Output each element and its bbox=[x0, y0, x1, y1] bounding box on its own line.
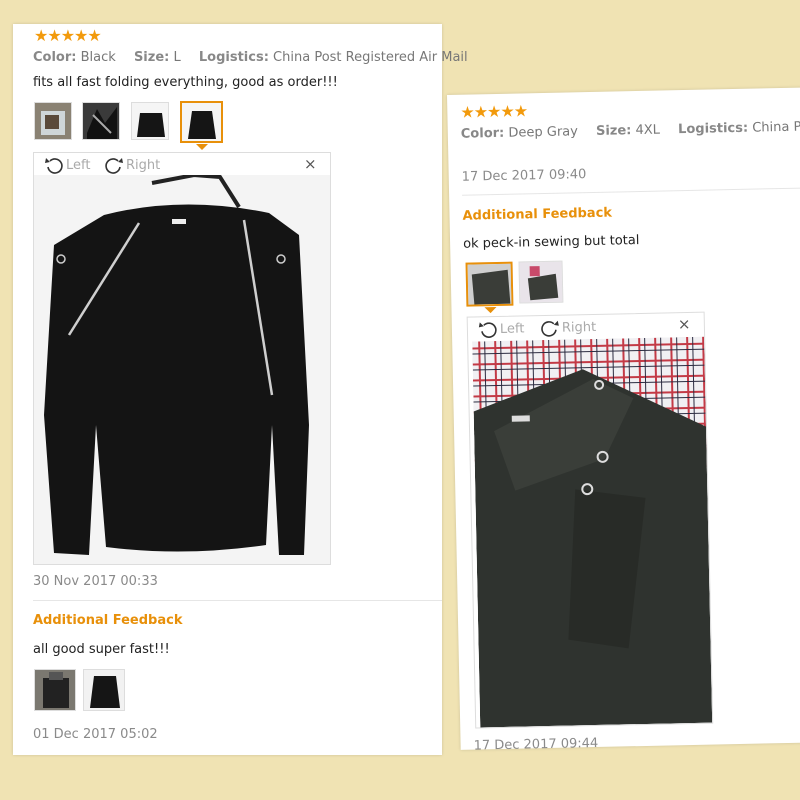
review-photo-large bbox=[472, 336, 713, 728]
size-label: Size: bbox=[595, 123, 632, 139]
additional-feedback-title: Additional Feedback bbox=[33, 613, 183, 628]
rotate-right-button[interactable]: Right bbox=[104, 155, 160, 175]
additional-feedback-comment: all good super fast!!! bbox=[33, 642, 170, 657]
additional-photo-thumb[interactable] bbox=[34, 669, 76, 711]
rotate-right-label: Right bbox=[126, 157, 161, 173]
logistics-value: China Post Registered Air Mail bbox=[273, 50, 468, 65]
review-photo-thumb[interactable] bbox=[34, 102, 72, 140]
additional-photo-thumb-selected[interactable] bbox=[465, 261, 514, 307]
review-card-right: ★★★★★ Color: Deep Gray Size: 4XL Logisti… bbox=[447, 87, 800, 754]
color-value: Black bbox=[80, 50, 116, 65]
rotate-right-button[interactable]: Right bbox=[540, 317, 597, 338]
additional-photo-thumb[interactable] bbox=[518, 260, 564, 304]
additional-feedback-date: 01 Dec 2017 05:02 bbox=[33, 727, 158, 742]
size-value: 4XL bbox=[635, 122, 661, 139]
additional-feedback-title: Additional Feedback bbox=[462, 205, 613, 224]
logistics-value: China Post bbox=[752, 119, 800, 136]
review-photo-thumb[interactable] bbox=[131, 102, 169, 140]
review-date: 17 Dec 2017 09:40 bbox=[461, 167, 587, 185]
size-label: Size: bbox=[133, 50, 170, 65]
additional-photo-thumb[interactable] bbox=[83, 669, 125, 711]
divider bbox=[33, 600, 442, 601]
close-viewer-button[interactable]: × bbox=[678, 315, 691, 333]
additional-feedback-date: 17 Dec 2017 09:44 bbox=[473, 735, 599, 754]
review-photo-thumb-selected[interactable] bbox=[180, 101, 223, 143]
rotate-left-button[interactable]: Left bbox=[44, 155, 90, 175]
review-comment: fits all fast folding everything, good a… bbox=[33, 75, 338, 90]
logistics-label: Logistics: bbox=[198, 50, 269, 65]
color-label: Color: bbox=[33, 50, 77, 65]
review-card-left: ★★★★★ Color: Black Size: L Logistics: Ch… bbox=[13, 24, 468, 755]
rotate-left-label: Left bbox=[66, 157, 91, 173]
sku-info: Color: Black Size: L Logistics: China Po… bbox=[33, 50, 468, 65]
size-value: L bbox=[173, 50, 181, 65]
additional-feedback-comment: ok peck-in sewing but total bbox=[462, 233, 640, 252]
logistics-label: Logistics: bbox=[677, 120, 749, 138]
review-photo-large bbox=[34, 175, 330, 564]
photo-viewer: Left Right × bbox=[33, 152, 331, 565]
photo-viewer: Left Right × bbox=[466, 311, 714, 729]
rotate-right-icon bbox=[541, 320, 559, 337]
star-rating: ★★★★★ bbox=[34, 26, 102, 45]
color-value: Deep Gray bbox=[508, 124, 579, 141]
sku-info: Color: Deep Gray Size: 4XL Logistics: Ch… bbox=[461, 119, 800, 142]
rotate-left-icon bbox=[45, 158, 63, 174]
color-label: Color: bbox=[460, 125, 505, 142]
review-date: 30 Nov 2017 00:33 bbox=[33, 574, 158, 589]
rotate-right-icon bbox=[105, 158, 123, 174]
divider bbox=[462, 187, 800, 196]
rotate-right-label: Right bbox=[561, 319, 597, 336]
selected-thumb-pointer bbox=[196, 144, 208, 150]
selected-thumb-pointer bbox=[484, 307, 497, 314]
rotate-left-button[interactable]: Left bbox=[478, 318, 525, 339]
rotate-left-label: Left bbox=[499, 320, 525, 337]
rotate-left-icon bbox=[478, 322, 497, 338]
review-photo-thumb[interactable] bbox=[82, 102, 120, 140]
star-rating: ★★★★★ bbox=[460, 101, 528, 122]
close-viewer-button[interactable]: × bbox=[304, 155, 317, 173]
